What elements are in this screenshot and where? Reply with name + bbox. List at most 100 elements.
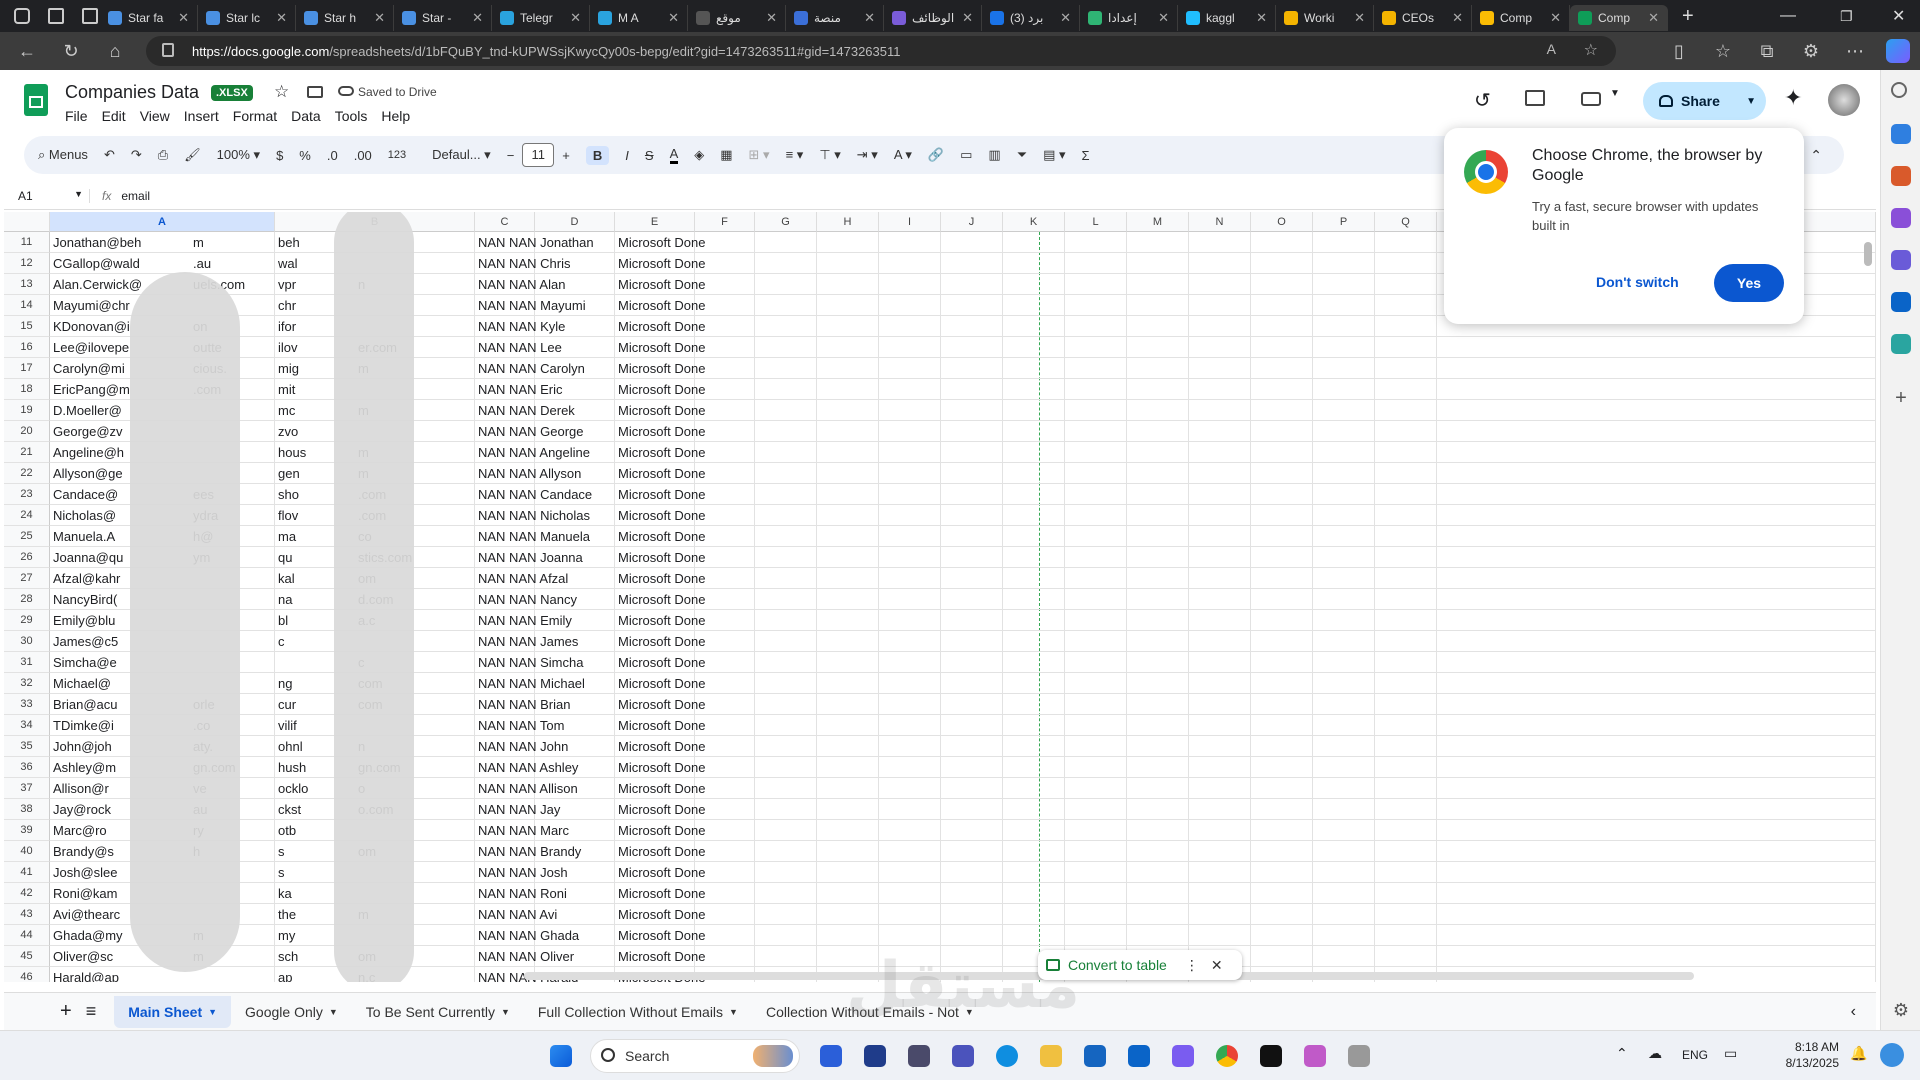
cell-status[interactable]: Microsoft Done bbox=[615, 421, 755, 442]
cell-status[interactable]: Microsoft Done bbox=[615, 358, 755, 379]
row-header[interactable]: 37 bbox=[4, 778, 50, 799]
cell-status[interactable]: Microsoft Done bbox=[615, 463, 755, 484]
browser-tab[interactable]: Star h ✕ bbox=[296, 5, 394, 31]
browser-tab[interactable]: Telegr ✕ bbox=[492, 5, 590, 31]
sidebar-send-icon[interactable] bbox=[1891, 334, 1911, 354]
home-icon[interactable]: ⌂ bbox=[104, 41, 126, 62]
cell-email[interactable]: Harald@ap bbox=[50, 967, 170, 982]
split-screen-icon[interactable]: ▯ bbox=[1668, 41, 1690, 62]
cell-name[interactable]: NAN NAN Afzal bbox=[475, 568, 615, 589]
share-button[interactable]: Share ▼ bbox=[1643, 82, 1766, 120]
horizontal-align-icon[interactable]: ≡ ▾ bbox=[786, 147, 804, 163]
extensions-icon[interactable]: ⚙ bbox=[1800, 41, 1822, 62]
zoom-select[interactable]: 100% ▾ bbox=[217, 147, 260, 163]
row-header[interactable]: 14 bbox=[4, 295, 50, 316]
cell-website[interactable]: flov bbox=[275, 505, 335, 526]
cell-website[interactable]: hush bbox=[275, 757, 335, 778]
tray-chevron-icon[interactable]: ⌃ bbox=[1616, 1045, 1628, 1062]
cell-name[interactable]: NAN NAN Ashley bbox=[475, 757, 615, 778]
cell-status[interactable]: Microsoft Done bbox=[615, 253, 755, 274]
close-window-icon[interactable]: ✕ bbox=[1892, 6, 1905, 26]
tab-close-icon[interactable]: ✕ bbox=[1452, 10, 1463, 26]
percent-button[interactable]: % bbox=[299, 148, 311, 163]
cell-website[interactable]: na bbox=[275, 589, 335, 610]
column-header[interactable]: C bbox=[475, 212, 535, 232]
sheet-tab[interactable]: Google Only ▼ bbox=[231, 996, 352, 1028]
row-header[interactable]: 12 bbox=[4, 253, 50, 274]
cell-website[interactable]: ocklo bbox=[275, 778, 335, 799]
redo-icon[interactable]: ↷ bbox=[131, 147, 142, 163]
cell-name[interactable]: NAN NAN Allison bbox=[475, 778, 615, 799]
strikethrough-button[interactable]: S bbox=[645, 148, 654, 163]
sidebar-outlook-icon[interactable] bbox=[1891, 292, 1911, 312]
cell-website[interactable]: ma bbox=[275, 526, 335, 547]
cell-name[interactable]: NAN NAN Ghada bbox=[475, 925, 615, 946]
cell-status[interactable]: Microsoft Done bbox=[615, 337, 755, 358]
weather-icon[interactable] bbox=[1880, 1043, 1904, 1067]
sheet-tab-dropdown-icon[interactable]: ▼ bbox=[729, 1007, 738, 1017]
cell-status[interactable]: Microsoft Done bbox=[615, 610, 755, 631]
column-header[interactable]: O bbox=[1251, 212, 1313, 232]
cell-status[interactable]: Microsoft Done bbox=[615, 862, 755, 883]
formula-input[interactable]: email bbox=[121, 189, 150, 203]
read-aloud-icon[interactable]: A bbox=[1547, 41, 1556, 57]
cell-website[interactable]: zvo bbox=[275, 421, 335, 442]
borders-icon[interactable]: ▦ bbox=[720, 147, 732, 163]
row-header[interactable]: 24 bbox=[4, 505, 50, 526]
filter-views-icon[interactable]: ▤ ▾ bbox=[1043, 147, 1065, 163]
cell-status[interactable]: Microsoft Done bbox=[615, 505, 755, 526]
row-header[interactable]: 26 bbox=[4, 547, 50, 568]
cell-website[interactable]: sch bbox=[275, 946, 335, 967]
cell-status[interactable]: Microsoft Done bbox=[615, 526, 755, 547]
cell-website[interactable]: ckst bbox=[275, 799, 335, 820]
taskbar-edge-icon[interactable] bbox=[996, 1045, 1018, 1067]
filter-icon[interactable]: ⏷ bbox=[1017, 147, 1027, 163]
cell-name[interactable]: NAN NAN Eric bbox=[475, 379, 615, 400]
cell-website[interactable]: beh bbox=[275, 232, 335, 253]
font-size-field[interactable]: 11 bbox=[522, 143, 555, 167]
bold-button[interactable]: B bbox=[585, 145, 610, 165]
merge-cells-icon[interactable]: ⊞ ▾ bbox=[749, 147, 770, 163]
cell-website[interactable]: chr bbox=[275, 295, 335, 316]
notification-bell-icon[interactable]: 🔔 bbox=[1850, 1045, 1867, 1062]
row-header[interactable]: 41 bbox=[4, 862, 50, 883]
sheet-tab[interactable]: Main Sheet ▼ bbox=[114, 995, 232, 1028]
cell-name[interactable]: NAN NAN Jonathan bbox=[475, 232, 615, 253]
insert-chart-icon[interactable]: ▥ bbox=[988, 147, 1000, 163]
sheets-logo-icon[interactable] bbox=[24, 84, 48, 116]
row-header[interactable]: 28 bbox=[4, 589, 50, 610]
sidebar-search-icon[interactable] bbox=[1891, 82, 1907, 98]
tab-close-icon[interactable]: ✕ bbox=[1550, 10, 1561, 26]
text-wrap-icon[interactable]: ⇥ ▾ bbox=[857, 147, 878, 163]
browser-tab[interactable]: موقع ✕ bbox=[688, 5, 786, 31]
favorite-star-icon[interactable]: ☆ bbox=[1584, 40, 1598, 60]
sheet-tab-dropdown-icon[interactable]: ▼ bbox=[208, 1007, 217, 1017]
tab-close-icon[interactable]: ✕ bbox=[1060, 10, 1071, 26]
cell-status[interactable]: Microsoft Done bbox=[615, 589, 755, 610]
functions-button[interactable]: Σ bbox=[1082, 148, 1090, 163]
taskbar-app-icon[interactable] bbox=[908, 1045, 930, 1067]
italic-button[interactable]: I bbox=[625, 148, 629, 163]
cell-name[interactable]: NAN NAN Candace bbox=[475, 484, 615, 505]
vertical-align-icon[interactable]: ⊤ ▾ bbox=[819, 147, 840, 163]
browser-tab[interactable]: Star lc ✕ bbox=[198, 5, 296, 31]
collapse-toolbar-icon[interactable]: ⌃ bbox=[1810, 147, 1822, 164]
row-header[interactable]: 30 bbox=[4, 631, 50, 652]
column-header[interactable]: L bbox=[1065, 212, 1127, 232]
cell-name[interactable]: NAN NAN Lee bbox=[475, 337, 615, 358]
row-header[interactable]: 39 bbox=[4, 820, 50, 841]
tab-close-icon[interactable]: ✕ bbox=[864, 10, 875, 26]
cell-website[interactable]: ng bbox=[275, 673, 335, 694]
cell-website[interactable]: sho bbox=[275, 484, 335, 505]
cell-status[interactable]: Microsoft Done bbox=[615, 232, 755, 253]
cell-website[interactable]: ifor bbox=[275, 316, 335, 337]
cell-status[interactable]: Microsoft Done bbox=[615, 631, 755, 652]
refresh-icon[interactable]: ↻ bbox=[60, 41, 82, 62]
column-header[interactable]: M bbox=[1127, 212, 1189, 232]
profile-icon[interactable] bbox=[14, 8, 30, 24]
text-rotation-icon[interactable]: A ▾ bbox=[894, 147, 912, 163]
name-box[interactable]: A1 ▼ bbox=[4, 188, 90, 203]
row-header[interactable]: 13 bbox=[4, 274, 50, 295]
column-header[interactable]: D bbox=[535, 212, 615, 232]
taskbar-mail-icon[interactable] bbox=[1128, 1045, 1150, 1067]
